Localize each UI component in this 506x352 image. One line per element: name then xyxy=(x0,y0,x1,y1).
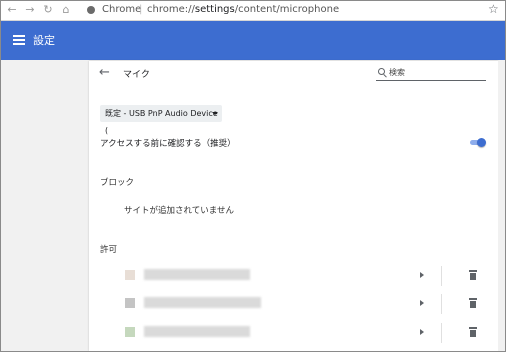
address-bar[interactable]: Chrome | chrome://settings/content/micro… xyxy=(81,2,481,18)
row-divider xyxy=(441,266,442,286)
reload-icon[interactable]: ↻ xyxy=(41,3,55,17)
site-favicon xyxy=(125,327,135,337)
site-favicon xyxy=(125,298,135,308)
settings-header: 設定 xyxy=(1,21,505,60)
delete-icon[interactable] xyxy=(469,270,477,280)
chrome-label: Chrome xyxy=(102,4,142,15)
star-icon[interactable]: ☆ xyxy=(488,2,499,16)
chevron-down-icon xyxy=(212,112,218,115)
block-section-label: ブロック xyxy=(100,178,135,188)
hamburger-menu-icon[interactable] xyxy=(13,35,25,45)
allowed-site-row[interactable] xyxy=(89,319,498,347)
search-box[interactable] xyxy=(376,65,486,81)
toggle-knob xyxy=(477,138,486,147)
ask-before-access-toggle[interactable] xyxy=(470,138,486,147)
url-prefix: chrome:// xyxy=(147,4,195,15)
site-name xyxy=(144,326,250,337)
allow-section-label: 許可 xyxy=(100,245,118,255)
search-input[interactable] xyxy=(389,65,484,79)
scrollbar[interactable] xyxy=(498,61,505,351)
chevron-right-icon[interactable] xyxy=(420,329,424,335)
site-name xyxy=(144,269,250,280)
page-title: マイク xyxy=(123,70,150,80)
forward-icon[interactable]: → xyxy=(23,3,37,17)
chevron-right-icon[interactable] xyxy=(420,272,424,278)
url-host: settings xyxy=(194,4,235,15)
allowed-site-row[interactable] xyxy=(89,290,498,318)
browser-toolbar: ← → ↻ ⌂ Chrome | chrome://settings/conte… xyxy=(1,1,505,21)
delete-icon[interactable] xyxy=(469,298,477,308)
microphone-device-select[interactable]: 既定 - USB PnP Audio Device ( xyxy=(100,105,222,135)
sidebar xyxy=(1,61,89,351)
chevron-right-icon[interactable] xyxy=(420,300,424,306)
ask-before-access-label: アクセスする前に確認する（推奨） xyxy=(100,139,236,149)
url-text[interactable]: chrome://settings/content/microphone xyxy=(147,2,339,18)
delete-icon[interactable] xyxy=(469,327,477,337)
row-divider xyxy=(441,323,442,343)
url-path: /content/microphone xyxy=(234,4,340,15)
back-icon[interactable]: ← xyxy=(5,3,19,17)
site-name xyxy=(144,297,261,308)
url-separator: | xyxy=(139,4,143,15)
selected-device: 既定 - USB PnP Audio Device ( xyxy=(105,109,218,135)
browser-window: ← → ↻ ⌂ Chrome | chrome://settings/conte… xyxy=(0,0,506,352)
row-divider xyxy=(441,294,442,314)
home-icon[interactable]: ⌂ xyxy=(59,3,73,17)
microphone-settings-card: ← マイク 既定 - USB PnP Audio Device ( アクセスする… xyxy=(89,61,498,351)
back-arrow-icon[interactable]: ← xyxy=(99,65,110,80)
info-icon[interactable] xyxy=(87,6,95,14)
search-icon xyxy=(378,68,385,75)
header-title: 設定 xyxy=(33,34,55,47)
block-empty-message: サイトが追加されていません xyxy=(124,206,234,216)
site-favicon xyxy=(125,270,135,280)
allowed-site-row[interactable] xyxy=(89,262,498,290)
